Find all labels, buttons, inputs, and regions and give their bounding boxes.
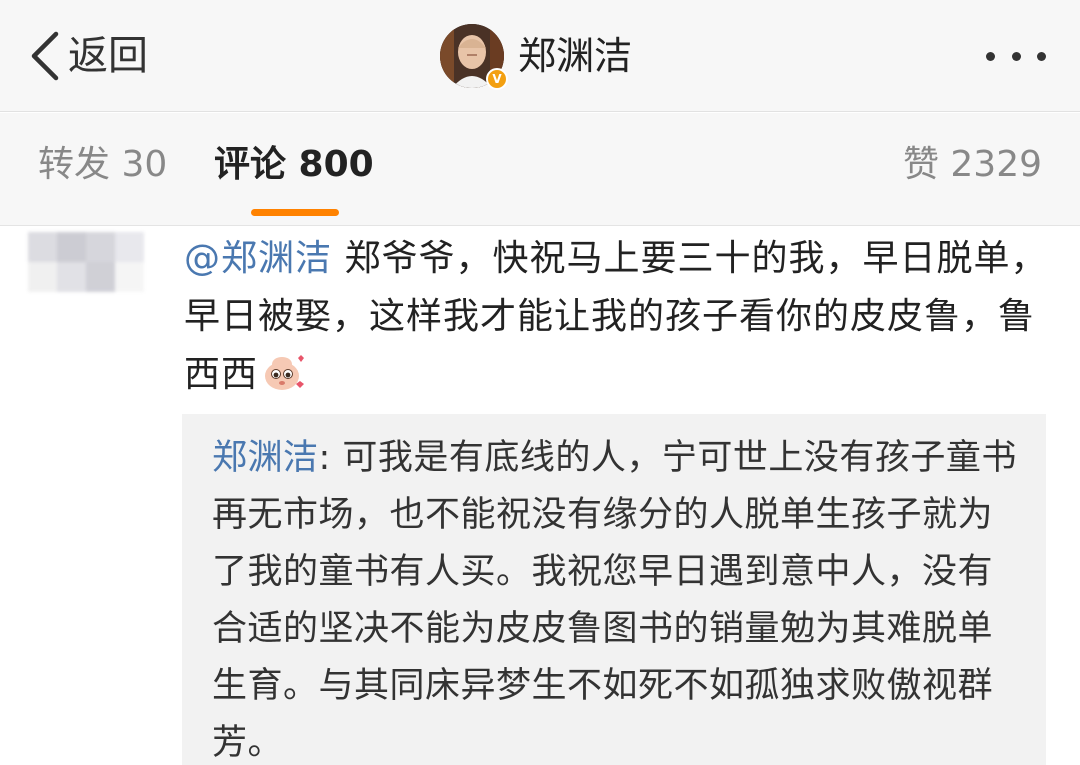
tab-reposts[interactable]: 转发 30 — [38, 147, 167, 183]
more-options-button[interactable] — [986, 46, 1046, 66]
verified-badge: V — [486, 68, 508, 90]
reply-text: : 可我是有底线的人，宁可世上没有孩子童书再无市场，也不能祝没有缘分的人脱单生孩… — [212, 438, 1017, 763]
comment-item: @郑渊洁 郑爷爷，快祝马上要三十的我，早日脱单，早日被娶，这样我才能让我的孩子看… — [0, 226, 1080, 765]
comment-body: @郑渊洁 郑爷爷，快祝马上要三十的我，早日脱单，早日被娶，这样我才能让我的孩子看… — [184, 230, 1054, 404]
profile-name[interactable]: 郑渊洁 — [518, 37, 632, 75]
back-button[interactable]: 返回 — [28, 26, 148, 86]
post-stats-tabs: 转发 30 评论 800 赞 2329 — [0, 113, 1080, 226]
mention-link[interactable]: @郑渊洁 — [184, 238, 332, 279]
chevron-left-icon — [31, 31, 59, 81]
more-horizontal-icon-dot — [986, 51, 995, 61]
profile-header[interactable]: V 郑渊洁 — [440, 22, 632, 90]
back-label: 返回 — [68, 33, 148, 79]
reply-body: 郑渊洁: 可我是有底线的人，宁可世上没有孩子童书再无市场，也不能祝没有缘分的人脱… — [212, 430, 1020, 765]
tab-comments[interactable]: 评论 800 — [214, 147, 374, 183]
reply-quote-box[interactable]: 郑渊洁: 可我是有底线的人，宁可世上没有孩子童书再无市场，也不能祝没有缘分的人脱… — [182, 414, 1046, 765]
blurred-avatar[interactable] — [28, 232, 146, 292]
active-tab-indicator — [251, 209, 339, 216]
avatar-wrapper[interactable]: V — [440, 24, 508, 90]
reply-author-link[interactable]: 郑渊洁 — [212, 438, 319, 478]
tab-likes[interactable]: 赞 2329 — [903, 147, 1042, 183]
more-horizontal-icon-dot — [1037, 51, 1046, 61]
top-navbar: 返回 V 郑渊洁 — [0, 0, 1080, 112]
more-horizontal-icon-dot — [1011, 51, 1021, 61]
cute-sticker-emoji-icon — [260, 350, 308, 394]
